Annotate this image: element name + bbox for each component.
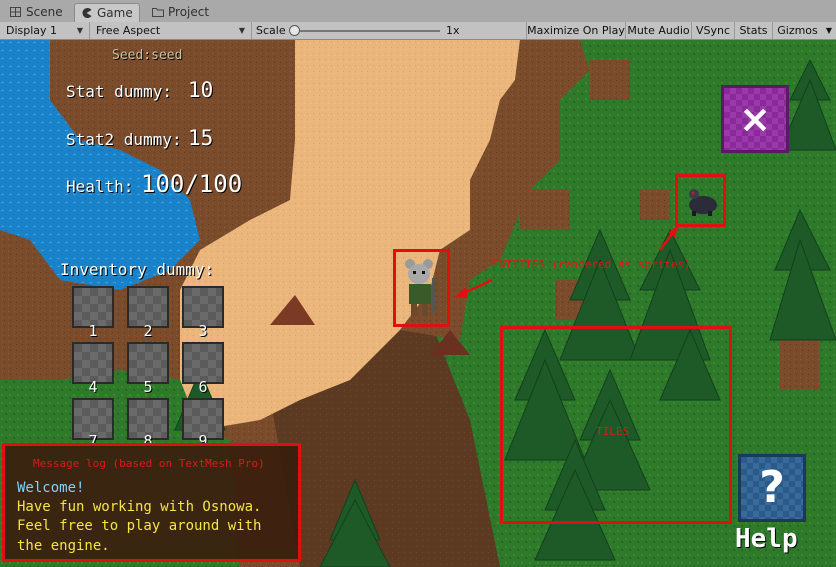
game-toolbar: Display 1 ▼ Free Aspect ▼ Scale 1x Maxim… — [0, 22, 836, 40]
editor-tab-bar: Scene Game Project — [0, 0, 836, 23]
slot-number: 6 — [198, 378, 208, 396]
folder-icon — [152, 4, 164, 17]
inventory-label: Inventory dummy: — [60, 260, 215, 279]
tab-game[interactable]: Game — [74, 3, 140, 22]
aspect-dropdown[interactable]: Free Aspect ▼ — [90, 22, 252, 39]
mute-audio-button[interactable]: Mute Audio — [625, 22, 691, 39]
scene-grid-icon — [10, 4, 21, 17]
stat1-value: 10 — [188, 78, 214, 102]
slot-number: 2 — [143, 322, 153, 340]
health-label: Health: — [66, 177, 134, 196]
seed-label: Seed:seed — [112, 48, 183, 63]
display-dropdown-label: Display 1 — [6, 24, 58, 37]
scale-slider-track[interactable] — [300, 30, 440, 32]
maximize-on-play-button[interactable]: Maximize On Play — [526, 22, 625, 39]
message-log-line: the engine. — [17, 538, 110, 554]
health-value: 100/100 — [141, 170, 243, 198]
dropdown-caret-icon: ▼ — [825, 26, 832, 35]
close-button[interactable]: × — [721, 85, 789, 153]
stat2-label: Stat2 dummy: — [66, 130, 182, 149]
stat2-value: 15 — [188, 126, 214, 150]
message-log-line: Welcome! — [17, 480, 85, 496]
dropdown-caret-icon: ▼ — [76, 26, 83, 35]
help-button[interactable]: ? — [738, 454, 806, 522]
tab-scene[interactable]: Scene — [4, 3, 72, 22]
tab-project-label: Project — [168, 5, 210, 19]
message-log-title: Message log (based on TextMesh Pro) — [33, 457, 265, 470]
scale-label: Scale — [256, 24, 286, 37]
entities-annotation: ENTITIES (rendered as sprites) — [492, 258, 691, 271]
tab-game-label: Game — [97, 6, 133, 20]
slot-number: 5 — [143, 378, 153, 396]
game-pacman-icon — [81, 5, 92, 18]
tiles-annotation: TILES — [596, 425, 630, 438]
message-log-line: Have fun working with Osnowa. — [17, 499, 262, 515]
slot-number: 3 — [198, 322, 208, 340]
gizmos-dropdown-label: Gizmos — [777, 24, 818, 37]
scale-slider-handle[interactable] — [289, 25, 300, 36]
scale-value: 1x — [446, 24, 460, 37]
slot-number: 4 — [88, 378, 98, 396]
help-question-icon: ? — [759, 462, 785, 513]
message-log-line: Feel free to play around with — [17, 518, 262, 534]
display-dropdown[interactable]: Display 1 ▼ — [0, 22, 90, 39]
aspect-dropdown-label: Free Aspect — [96, 24, 161, 37]
vsync-button[interactable]: VSync — [691, 22, 734, 39]
close-icon: × — [739, 97, 771, 141]
dropdown-caret-icon: ▼ — [238, 26, 245, 35]
message-log-panel: Message log (based on TextMesh Pro) Welc… — [2, 443, 301, 562]
tab-project[interactable]: Project — [146, 3, 222, 22]
stat1-label: Stat dummy: — [66, 82, 172, 101]
stats-button[interactable]: Stats — [734, 22, 772, 39]
enemy-rat-sprite[interactable] — [686, 187, 720, 217]
help-label: Help — [735, 524, 798, 554]
gizmos-dropdown[interactable]: Gizmos ▼ — [772, 22, 836, 39]
player-rat-sprite[interactable] — [402, 258, 442, 320]
tab-scene-label: Scene — [26, 5, 63, 19]
slot-number: 1 — [88, 322, 98, 340]
